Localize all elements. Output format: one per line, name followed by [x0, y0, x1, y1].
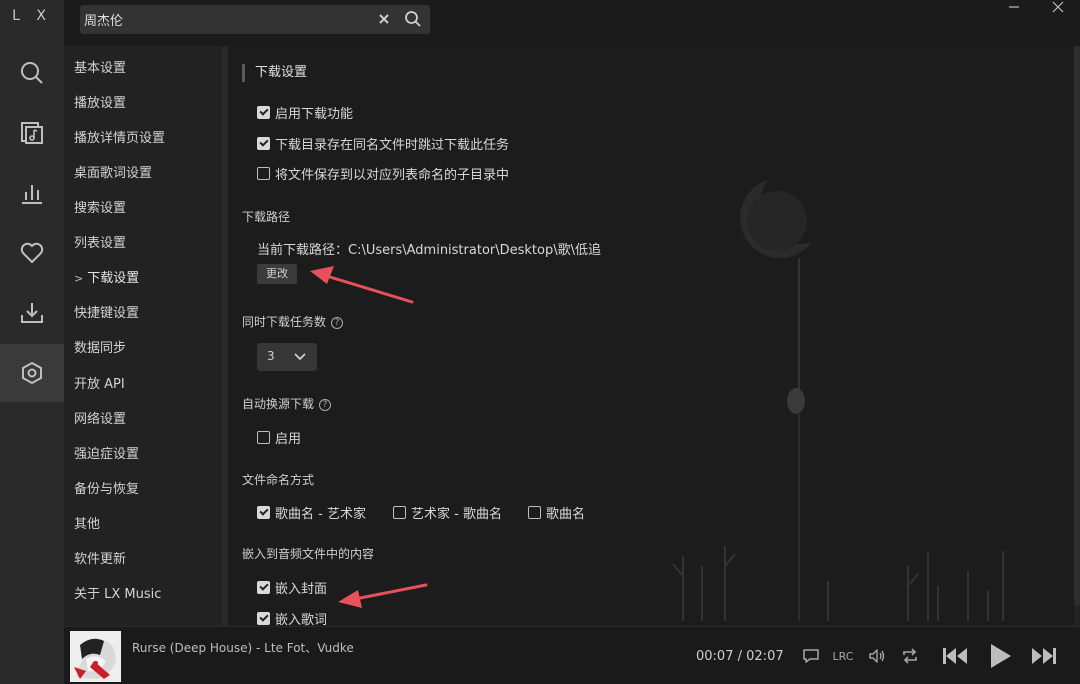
nav-item-update[interactable]: 软件更新	[74, 548, 126, 570]
comment-icon	[803, 649, 819, 663]
clear-icon[interactable]	[376, 11, 392, 27]
total-time: 02:07	[746, 649, 784, 664]
nav-item-download-label: 下载设置	[87, 271, 140, 286]
rail-download-button[interactable]	[0, 284, 64, 342]
next-icon	[1032, 648, 1056, 664]
nav-item-basic[interactable]: 基本设置	[74, 57, 126, 79]
rail-song-list-button[interactable]	[0, 104, 64, 162]
download-icon	[21, 303, 43, 323]
content-scroll-thumb[interactable]	[1074, 46, 1080, 606]
minimize-icon	[1009, 6, 1019, 8]
rail-settings-button[interactable]	[0, 344, 64, 402]
nav-item-playback[interactable]: 播放设置	[74, 92, 126, 114]
heart-icon	[20, 242, 44, 263]
app-logo: L X	[12, 8, 52, 24]
leaderboard-icon	[22, 185, 42, 204]
icon-rail: L X	[0, 0, 64, 684]
settings-nav: 基本设置 播放设置 播放详情页设置 桌面歌词设置 搜索设置 列表设置 > 下载设置…	[64, 46, 222, 626]
play-time: 00:07 / 02:07	[696, 649, 784, 664]
search-icon[interactable]	[404, 10, 422, 28]
comment-button[interactable]	[800, 644, 822, 668]
settings-icon	[22, 361, 42, 385]
player-bar: Rurse (Deep House) - Lte Fot、Vudke 00:07…	[64, 626, 1080, 684]
album-cover[interactable]	[70, 631, 121, 682]
close-button[interactable]	[1048, 0, 1068, 20]
volume-icon	[869, 649, 885, 663]
active-marker: >	[74, 272, 84, 285]
rail-leaderboard-button[interactable]	[0, 164, 64, 222]
rail-search-button[interactable]	[0, 44, 64, 102]
album-cover-art	[70, 631, 121, 682]
nav-item-search[interactable]: 搜索设置	[74, 197, 126, 219]
nav-item-desktop-lyric[interactable]: 桌面歌词设置	[74, 162, 152, 184]
nav-item-open-api[interactable]: 开放 API	[74, 373, 125, 395]
nav-item-about[interactable]: 关于 LX Music	[74, 583, 161, 605]
top-bar	[64, 0, 1080, 46]
play-icon	[991, 644, 1011, 668]
search-box	[80, 5, 430, 34]
search-input[interactable]	[84, 8, 374, 30]
nav-item-ocd[interactable]: 强迫症设置	[74, 443, 139, 465]
nav-item-download[interactable]: > 下载设置	[74, 267, 139, 289]
previous-button[interactable]	[940, 644, 970, 668]
desktop-lyric-button[interactable]: LRC	[830, 644, 856, 668]
volume-button[interactable]	[866, 644, 888, 668]
time-separator: /	[737, 649, 742, 664]
annotation-arrow-embed	[338, 583, 428, 608]
nav-item-other[interactable]: 其他	[74, 513, 100, 535]
next-button[interactable]	[1029, 644, 1059, 668]
annotation-arrows	[310, 266, 428, 608]
minimize-button[interactable]	[1004, 0, 1024, 20]
play-button[interactable]	[984, 644, 1016, 668]
nav-item-network[interactable]: 网络设置	[74, 408, 126, 430]
search-icon	[21, 62, 43, 84]
nav-item-play-detail[interactable]: 播放详情页设置	[74, 127, 165, 149]
nav-item-sync[interactable]: 数据同步	[74, 337, 126, 359]
song-title: Rurse (Deep House) - Lte Fot、Vudke	[132, 641, 354, 655]
music-list-icon	[21, 122, 43, 144]
repeat-icon	[903, 648, 917, 664]
nav-item-hotkey[interactable]: 快捷键设置	[74, 302, 139, 324]
close-icon	[1052, 1, 1064, 13]
previous-icon	[943, 648, 967, 664]
rail-favorites-button[interactable]	[0, 224, 64, 282]
nav-item-list[interactable]: 列表设置	[74, 232, 126, 254]
current-time: 00:07	[696, 649, 734, 664]
repeat-mode-button[interactable]	[899, 644, 921, 668]
content-scrollbar[interactable]	[1074, 46, 1080, 626]
settings-content: 下载设置 启用下载功能 下载目录存在同名文件时跳过下载此任务 将文件保存到以对应…	[228, 46, 1080, 626]
annotation-arrow-change	[310, 266, 414, 304]
nav-item-backup[interactable]: 备份与恢复	[74, 478, 139, 500]
